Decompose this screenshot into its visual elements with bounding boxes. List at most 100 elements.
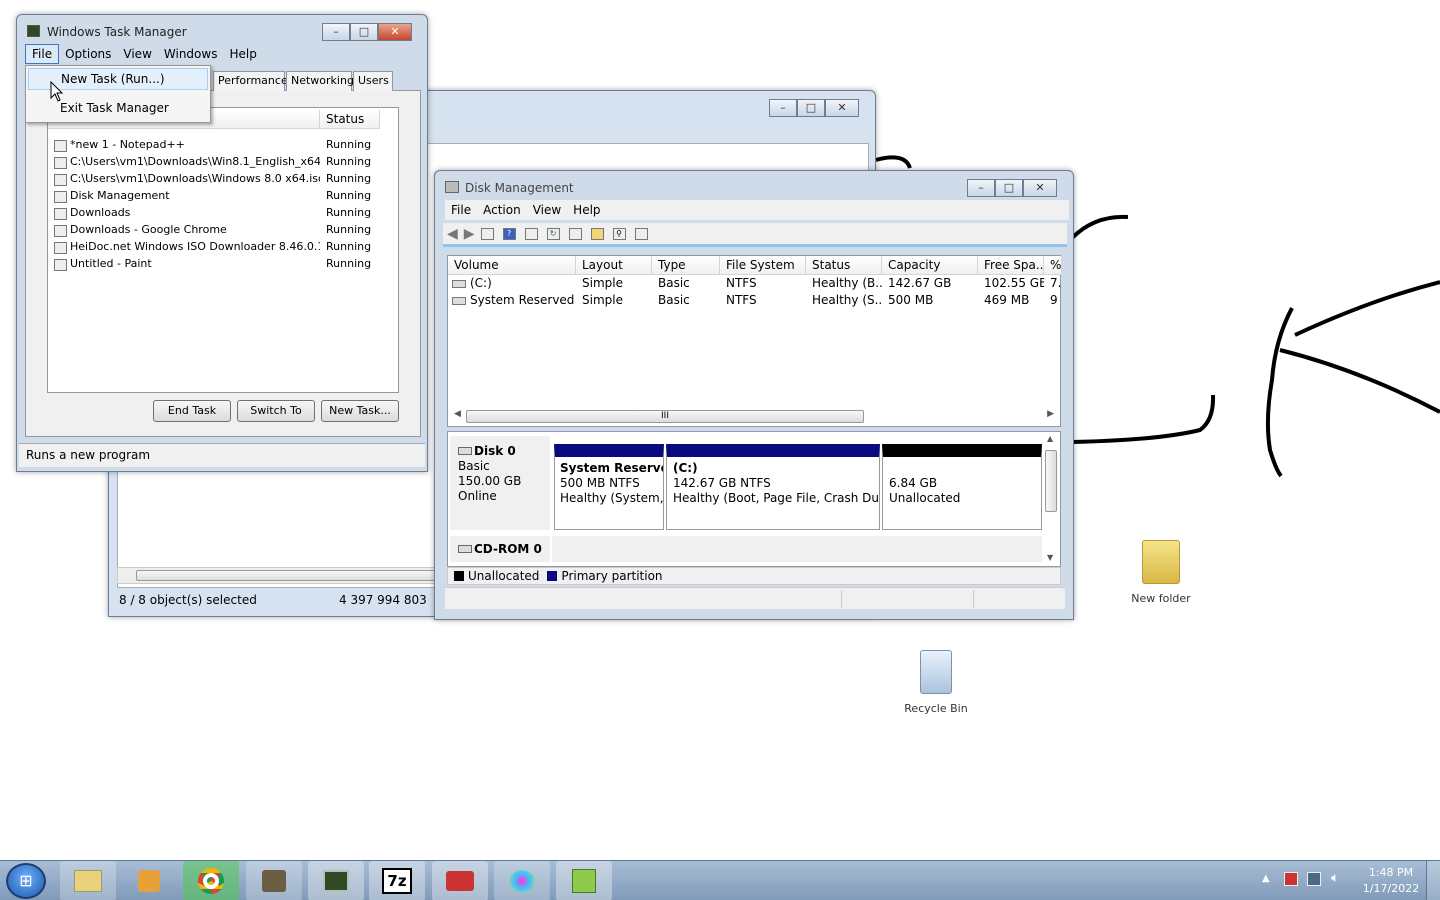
taskbar-media-player[interactable] — [121, 861, 177, 900]
task-name: Downloads — [70, 206, 131, 219]
explorer-status-right: 4 397 994 803 — [339, 593, 427, 607]
help-icon[interactable]: ? — [502, 227, 516, 240]
switch-to-button[interactable]: Switch To — [237, 400, 315, 422]
volume-icon[interactable]: 🔈︎ — [1331, 870, 1339, 886]
task-list[interactable]: Task Status *new 1 - Notepad++RunningC:\… — [47, 107, 399, 393]
list-view-icon[interactable] — [524, 227, 538, 240]
refresh-icon[interactable]: ↻ — [546, 227, 560, 240]
dm-column-header[interactable]: Capacity — [882, 256, 978, 275]
table-row[interactable]: C:\Users\vm1\Downloads\Windows 8.0 x64.i… — [48, 172, 388, 189]
explorer-hscroll[interactable] — [117, 567, 447, 584]
close-button[interactable]: ✕ — [1023, 179, 1057, 197]
taskbar-disk-management[interactable] — [432, 861, 488, 900]
explorer-status-left: 8 / 8 object(s) selected — [119, 593, 257, 607]
disk0-state: Online — [458, 489, 497, 503]
table-row[interactable]: Disk Management Running — [48, 189, 388, 206]
menu-view[interactable]: View — [117, 45, 157, 63]
end-task-button[interactable]: End Task — [153, 400, 231, 422]
disk-view-vscroll[interactable]: ▲ ▼ — [1044, 434, 1058, 562]
volume-list-hscroll[interactable]: ◀ III ▶ — [450, 408, 1058, 425]
table-row[interactable]: Downloads - Google Chrome Running — [48, 223, 388, 240]
clock[interactable]: 1:48 PM 1/17/2022 — [1356, 865, 1426, 897]
recycle-bin-shortcut[interactable]: Recycle Bin — [900, 650, 972, 715]
start-button[interactable]: ⊞ — [6, 863, 46, 899]
taskbar-explorer[interactable] — [60, 861, 116, 900]
new-task-button[interactable]: New Task... — [321, 400, 399, 422]
legend-swatch-unallocated — [454, 571, 464, 581]
open-folder-icon[interactable] — [590, 227, 604, 240]
maximize-button[interactable]: □ — [995, 179, 1023, 197]
dm-column-header[interactable]: Type — [652, 256, 720, 275]
dm-column-header[interactable]: File System — [720, 256, 806, 275]
table-row[interactable]: (C:) Simple Basic NTFS Healthy (B... 142.67 G… — [448, 276, 1062, 293]
properties-icon[interactable] — [568, 227, 582, 240]
dm-menu-help[interactable]: Help — [567, 201, 606, 219]
minimize-button[interactable]: – — [322, 23, 350, 41]
volume-list[interactable]: Volume Layout Type File System Status Capacit… — [447, 255, 1062, 427]
network-icon[interactable] — [1307, 872, 1321, 886]
dm-column-header[interactable]: Volume — [448, 256, 576, 275]
minimize-button[interactable]: – — [769, 99, 797, 117]
dm-menu-view[interactable]: View — [527, 201, 567, 219]
dm-cell: 9 — [1050, 293, 1058, 307]
partition-c[interactable]: (C:) 142.67 GB NTFS Healthy (Boot, Page … — [666, 444, 880, 530]
forward-icon[interactable]: ▶ — [464, 226, 475, 242]
dm-menu-file[interactable]: File — [445, 201, 477, 219]
partition-size: 142.67 GB NTFS — [673, 476, 771, 490]
settings-icon[interactable] — [634, 227, 648, 240]
dm-cell: (C:) — [470, 276, 492, 290]
dm-cell: 7. — [1050, 276, 1062, 290]
search-icon[interactable]: ⚲ — [612, 227, 626, 240]
taskbar-paint[interactable] — [494, 861, 550, 900]
dm-column-header[interactable]: Status — [806, 256, 882, 275]
menu-windows[interactable]: Windows — [158, 45, 224, 63]
taskbar-iso-downloader[interactable] — [246, 861, 302, 900]
column-status[interactable]: Status — [320, 110, 380, 129]
folder-icon — [1142, 540, 1180, 584]
task-manager-titlebar[interactable]: Windows Task Manager – □ ✕ — [17, 15, 427, 45]
table-row[interactable]: C:\Users\vm1\Downloads\Win8.1_English_x6… — [48, 155, 388, 172]
table-row[interactable]: HeiDoc.net Windows ISO Downloader 8.46.0… — [48, 240, 388, 257]
console-tree-icon[interactable] — [480, 227, 494, 240]
action-center-icon[interactable] — [1284, 872, 1298, 886]
new-folder-shortcut[interactable]: New folder — [1125, 540, 1197, 605]
dm-column-header[interactable]: Layout — [576, 256, 652, 275]
dm-cell: System Reserved — [470, 293, 575, 307]
show-desktop-button[interactable] — [1426, 861, 1440, 900]
taskbar-chrome[interactable] — [183, 861, 239, 900]
dm-column-header[interactable]: % — [1044, 256, 1062, 275]
close-button[interactable]: ✕ — [825, 99, 859, 117]
table-row[interactable]: Untitled - Paint Running — [48, 257, 388, 274]
show-hidden-icons-icon[interactable]: ▲ — [1262, 873, 1270, 884]
table-row[interactable]: System Reserved Simple Basic NTFS Healthy (S… — [448, 293, 1060, 310]
partition-unallocated[interactable]: 6.84 GB Unallocated — [882, 444, 1042, 530]
menu-file[interactable]: File — [25, 44, 60, 64]
back-icon[interactable]: ◀ — [447, 226, 458, 242]
table-row[interactable]: Downloads Running — [48, 206, 388, 223]
tab-users[interactable]: Users — [353, 71, 393, 91]
menu-help[interactable]: Help — [223, 45, 262, 63]
close-button[interactable]: ✕ — [378, 23, 412, 41]
tab-performance[interactable]: Performance — [213, 71, 288, 91]
menu-options[interactable]: Options — [59, 45, 117, 63]
minimize-button[interactable]: – — [967, 179, 995, 197]
taskbar-7zip[interactable]: 7z — [369, 861, 425, 900]
partition-sysreserved[interactable]: System Reserved 500 MB NTFS Healthy (Sys… — [554, 444, 664, 530]
disk-graphic-view[interactable]: Disk 0 Basic 150.00 GB Online System Res… — [447, 431, 1061, 567]
tab-networking[interactable]: Networking — [286, 71, 354, 91]
dm-column-header[interactable]: Free Spa... — [978, 256, 1044, 275]
disk-management-window[interactable]: Disk Management – □ ✕ File Action View Hel… — [434, 170, 1074, 620]
maximize-button[interactable]: □ — [797, 99, 825, 117]
task-status: Running — [326, 257, 372, 270]
maximize-button[interactable]: □ — [350, 23, 378, 41]
partition-title: System Reserved — [560, 461, 663, 475]
task-manager-window[interactable]: Windows Task Manager – □ ✕ File Options Vi… — [16, 14, 428, 472]
task-manager-app-icon — [27, 25, 40, 37]
new-folder-label: New folder — [1131, 592, 1191, 605]
disk-management-titlebar[interactable]: Disk Management – □ ✕ — [435, 171, 1073, 201]
dm-menu-action[interactable]: Action — [477, 201, 527, 219]
taskbar-task-manager[interactable] — [308, 861, 364, 900]
task-icon — [54, 140, 67, 152]
taskbar-notepadpp[interactable] — [556, 861, 612, 900]
table-row[interactable]: *new 1 - Notepad++ Running — [48, 138, 388, 155]
